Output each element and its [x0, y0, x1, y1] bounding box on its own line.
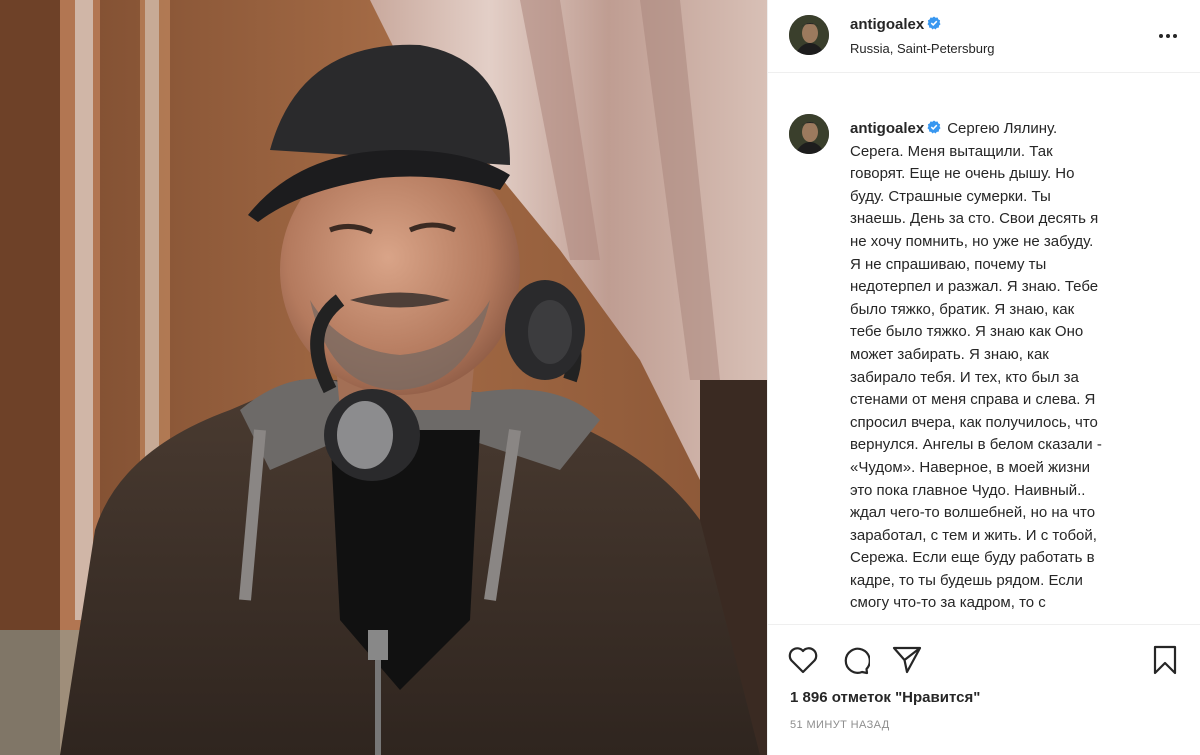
- post-photo[interactable]: [0, 0, 767, 755]
- caption-line: Сергею Лялину.: [947, 120, 1058, 137]
- caption-line: забирало тебя. И тех, кто был за: [850, 368, 1079, 386]
- caption-line: «Чудом». Наверное, в моей жизни: [850, 458, 1091, 476]
- avatar[interactable]: [789, 15, 829, 55]
- caption-line: не хочу помнить, но уже не забуду.: [850, 232, 1094, 250]
- post-actions: 1 896 отметок "Нравится" 51 МИНУТ НАЗАД: [768, 624, 1200, 755]
- caption-text: antigoalex Сергею Лялину. Серега. Меня в…: [850, 118, 1150, 615]
- bookmark-icon-glyph: [1153, 645, 1177, 675]
- bookmark-icon[interactable]: [1148, 643, 1182, 677]
- verified-badge-icon: [927, 120, 941, 134]
- username-text[interactable]: antigoalex: [850, 16, 924, 33]
- comment-icon-glyph: [844, 647, 870, 675]
- caption-line: Я не спрашиваю, почему ты: [850, 255, 1047, 273]
- caption-line: кадре, то ты будешь рядом. Если: [850, 571, 1083, 589]
- caption-username[interactable]: antigoalex: [850, 120, 924, 137]
- caption-line: спросил вчера, как получилось, что: [850, 413, 1098, 431]
- dot: [1173, 34, 1177, 38]
- caption-line: недотерпел и разжал. Я знаю. Тебе: [850, 278, 1099, 296]
- caption-avatar[interactable]: [789, 114, 829, 154]
- caption-line: Серега. Меня вытащили. Так: [850, 142, 1053, 160]
- caption-line: вернулся. Ангелы в белом сказали -: [850, 436, 1102, 454]
- verified-badge-icon: [927, 16, 941, 30]
- post-header: antigoalex Russia, Saint-Petersburg: [768, 0, 1200, 73]
- photo-man-with-headphones: [0, 0, 767, 755]
- comment-icon[interactable]: [838, 643, 872, 677]
- caption-line: говорят. Еще не очень дышу. Но: [850, 165, 1075, 183]
- post-side-panel: antigoalex Russia, Saint-Petersburg anti…: [767, 0, 1200, 755]
- heart-icon-glyph: [788, 647, 818, 674]
- avatar-photo: [789, 114, 829, 154]
- post-location[interactable]: Russia, Saint-Petersburg: [850, 41, 995, 56]
- caption-line: тебе было тяжко. Я знаю как Оно: [850, 323, 1084, 341]
- caption-line: Сережа. Если еще буду работать в: [850, 549, 1095, 567]
- caption-line: знаешь. День за сто. Свои десять я: [850, 210, 1099, 228]
- post-timestamp[interactable]: 51 МИНУТ НАЗАД: [790, 719, 890, 731]
- caption-line: это пока главное Чудо. Наивный..: [850, 481, 1086, 499]
- caption-line: заработал, с тем и жить. И с тобой,: [850, 526, 1097, 544]
- dot: [1166, 34, 1170, 38]
- post-caption: antigoalex Сергею Лялину. Серега. Меня в…: [768, 74, 1200, 624]
- paper-plane-icon[interactable]: [890, 643, 924, 677]
- likes-count[interactable]: 1 896 отметок "Нравится": [790, 689, 980, 706]
- caption-line: ждал чего-то волшебней, но на что: [850, 504, 1096, 522]
- caption-line: может забирать. Я знаю, как: [850, 345, 1049, 363]
- share-icon-glyph: [892, 646, 922, 674]
- caption-line: буду. Страшные сумерки. Ты: [850, 187, 1051, 205]
- caption-line: стенами от меня справа и слева. Я: [850, 391, 1096, 409]
- heart-icon[interactable]: [786, 643, 820, 677]
- caption-line: смогу что-то за кадром, то с: [850, 594, 1046, 612]
- more-options-icon[interactable]: [1153, 24, 1183, 48]
- post-author-username[interactable]: antigoalex: [850, 16, 941, 33]
- avatar-photo: [789, 15, 829, 55]
- dot: [1159, 34, 1163, 38]
- caption-line: было тяжко, братик. Я знаю, как: [850, 300, 1075, 318]
